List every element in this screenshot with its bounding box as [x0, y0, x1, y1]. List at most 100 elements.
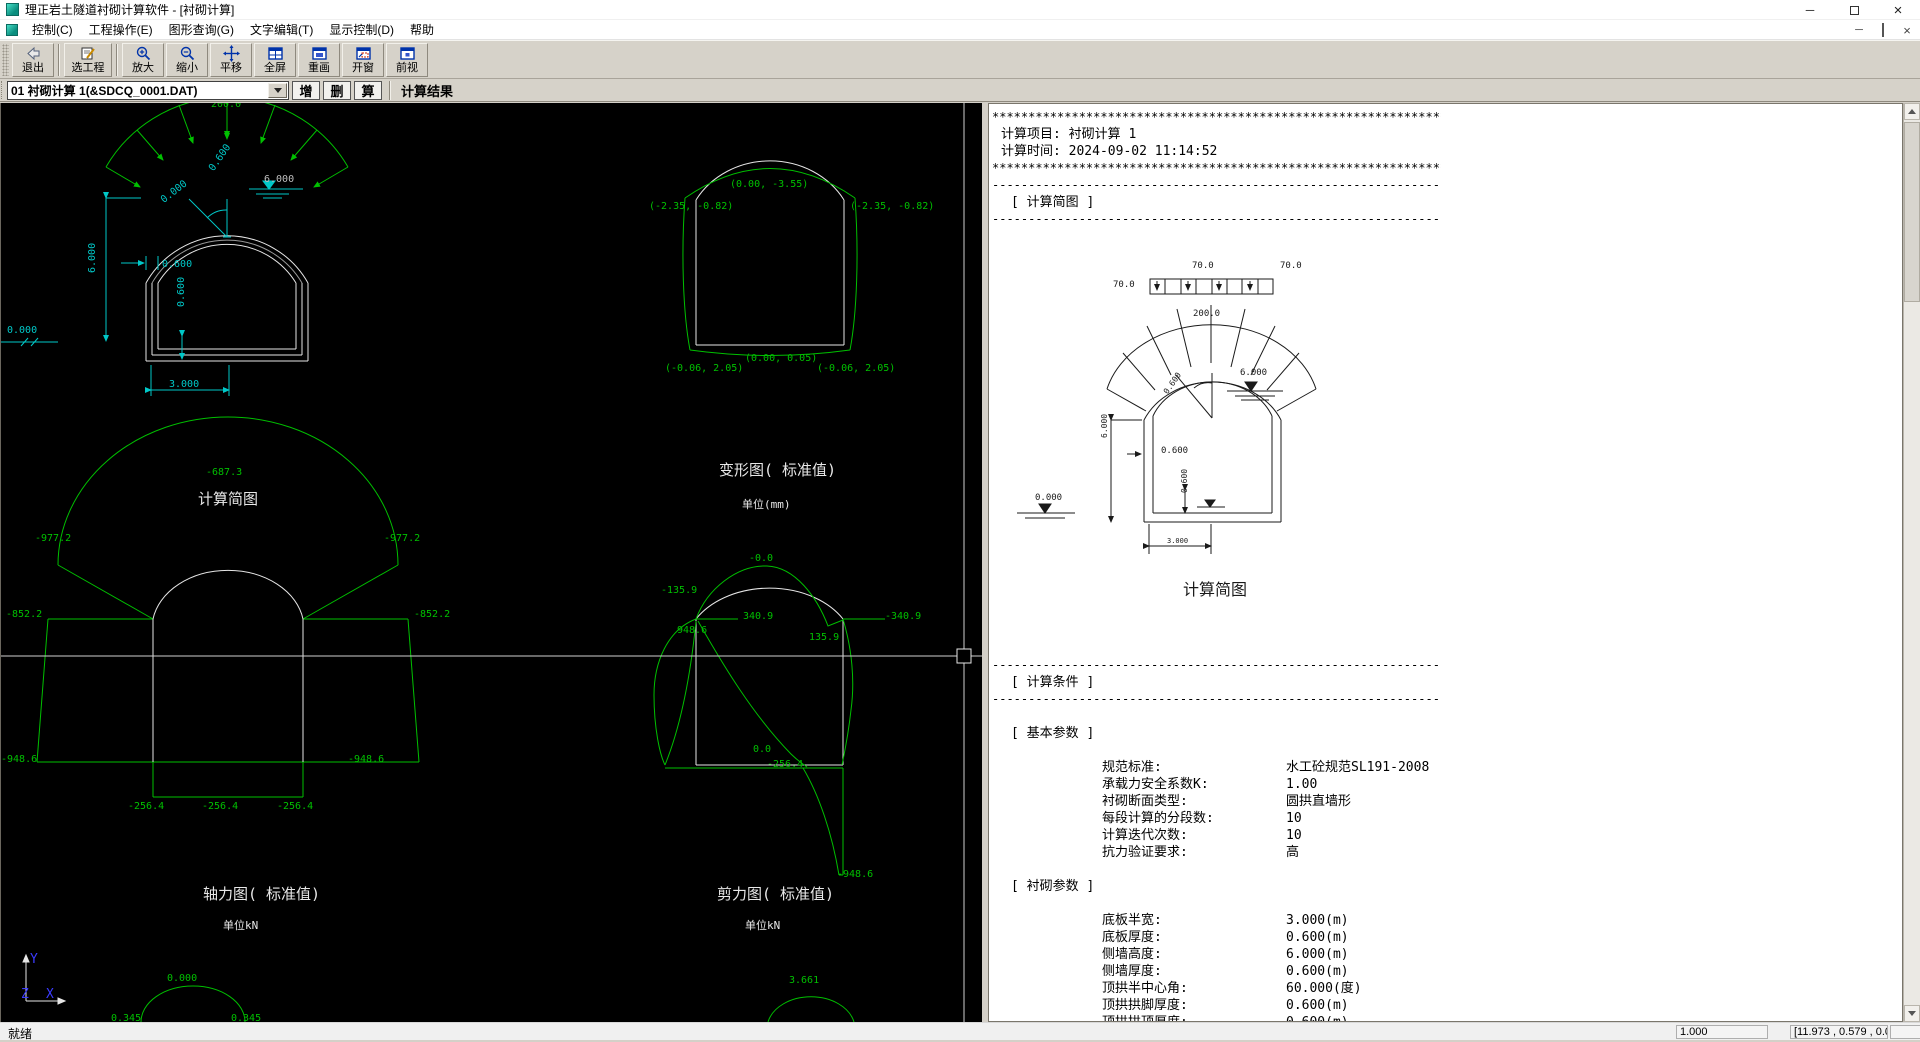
cad-linework: [1, 103, 982, 1022]
status-empty-pane: [1890, 1025, 1920, 1039]
fig4-caption: 剪力图( 标准值): [717, 885, 835, 903]
param-label: 每段计算的分段数:: [1102, 811, 1214, 826]
param-value: 0.600(m): [1286, 998, 1349, 1013]
toolbar-button-window-zoom[interactable]: 开窗: [342, 42, 384, 77]
rp-water-level: 6.000: [1240, 368, 1268, 378]
fig2-coord: (-0.06, 2.05): [665, 363, 744, 374]
toolbar-button-front-view[interactable]: 前视: [386, 42, 428, 77]
fig3-value: -256.4: [277, 801, 314, 812]
fig3-unit: 单位kN: [223, 919, 259, 932]
combobox-dropdown-button[interactable]: [268, 82, 287, 98]
param-value: 0.600(m): [1286, 1014, 1349, 1021]
param-label: 顶拱拱脚厚度:: [1102, 998, 1188, 1013]
ucs-y-label: Y: [30, 952, 38, 967]
toolbar-button-exit[interactable]: 退出: [12, 42, 54, 77]
param-row: 衬砌断面类型: 圆拱直墙形: [989, 793, 1902, 810]
fig1-dim: 6.000: [87, 242, 98, 273]
fig1-caption: 计算简图: [198, 490, 259, 508]
toolbar-button-zoom-in[interactable]: 放大: [122, 42, 164, 77]
param-label: 衬砌断面类型:: [1102, 794, 1188, 809]
window-zoom-icon: [355, 47, 371, 60]
fig2-caption: 变形图( 标准值): [719, 461, 837, 479]
toolbar-separator: [116, 43, 118, 76]
fig5-value: 3.661: [789, 975, 820, 986]
status-bar: 就绪 1.000 [11.973 , 0.579 , 0.000]: [0, 1022, 1920, 1041]
report-diagram: 70.0 70.0 70.0 200.0 6.000 0.600 6.000 0.600 0.0…: [989, 228, 1902, 657]
project-combobox[interactable]: 01 衬砌计算 1(&SDCQ_0001.DAT): [7, 80, 289, 100]
fig4-value: 948.6: [677, 625, 708, 636]
param-label: 顶拱半中心角:: [1102, 981, 1188, 996]
toolbar-button-redraw[interactable]: 重画: [298, 42, 340, 77]
ucs-z-label: Z: [21, 987, 29, 1002]
add-button[interactable]: 增: [292, 80, 320, 100]
mdi-close-button[interactable]: ×: [1900, 23, 1914, 38]
fig3-caption: 轴力图( 标准值): [203, 885, 321, 903]
menu-item-graphic-query[interactable]: 图形查询(G): [161, 19, 242, 40]
status-scale: 1.000: [1676, 1025, 1768, 1039]
scrollbar-track[interactable]: [1903, 103, 1920, 1022]
fig4-value: -340.9: [885, 611, 922, 622]
toolbar-button-pan[interactable]: 平移: [210, 42, 252, 77]
param-value: 10: [1286, 828, 1302, 843]
fig1-dim: 3.000: [169, 379, 200, 390]
projectbar-drag-handle[interactable]: [1, 81, 6, 99]
param-label: 顶拱拱顶厚度:: [1102, 1014, 1286, 1021]
param-value: 10: [1286, 811, 1302, 826]
menu-bar: 控制(C) 工程操作(E) 图形查询(G) 文字编辑(T) 显示控制(D) 帮助…: [0, 20, 1920, 40]
rp-load-value: 70.0: [1192, 261, 1214, 271]
toolbar-button-zoom-out[interactable]: 缩小: [166, 42, 208, 77]
toolbar-button-full-screen[interactable]: 全屏: [254, 42, 296, 77]
delete-button[interactable]: 删: [323, 80, 351, 100]
report-section-basic: [ 基本参数 ]: [1011, 726, 1095, 741]
param-value: 0.600(m): [1286, 930, 1349, 945]
param-row: 每段计算的分段数: 10: [989, 810, 1902, 827]
zoom-out-icon: [180, 46, 194, 61]
calc-result-label[interactable]: 计算结果: [395, 81, 459, 100]
title-bar: 理正岩土隧道衬砌计算软件 - [衬砌计算] ─ ×: [0, 0, 1920, 20]
menu-item-display-control[interactable]: 显示控制(D): [321, 19, 402, 40]
param-row: 抗力验证要求: 高: [989, 844, 1902, 861]
minimize-button[interactable]: ─: [1788, 0, 1832, 20]
param-label: 侧墙厚度:: [1102, 964, 1162, 979]
fig4-value: 135.9: [809, 632, 840, 643]
calculate-button[interactable]: 算: [354, 80, 382, 100]
toolbar-button-select-project[interactable]: 选工程: [64, 42, 112, 77]
fig5-value: 0.000: [167, 973, 198, 984]
fig3-value: -977.2: [35, 533, 72, 544]
restore-button[interactable]: [1832, 0, 1876, 20]
close-button[interactable]: ×: [1876, 0, 1920, 20]
chevron-down-icon: [273, 87, 282, 93]
menu-item-text-edit[interactable]: 文字编辑(T): [242, 19, 321, 40]
fig3-value: -852.2: [6, 609, 43, 620]
fig4-value: 340.9: [743, 611, 774, 622]
workspace: 200.0 0.600 6.000 0.000 0.600 6.000 0.600 3.000…: [0, 102, 1920, 1022]
toolbar-separator: [58, 43, 60, 76]
mdi-minimize-button[interactable]: ─: [1852, 24, 1866, 36]
app-icon: [6, 3, 19, 16]
rp-dim: 0.600: [1161, 446, 1189, 456]
menu-item-control[interactable]: 控制(C): [24, 19, 81, 40]
fig2-coord: (-2.35, -0.82): [850, 201, 935, 212]
fig5-value: 0.345: [111, 1013, 142, 1022]
menu-item-help[interactable]: 帮助: [402, 19, 442, 40]
rp-load-value: 70.0: [1280, 261, 1302, 271]
scrollbar-up-button[interactable]: [1904, 103, 1920, 120]
fig2-coord: (-2.35, -0.82): [649, 201, 734, 212]
scrollbar-thumb[interactable]: [1904, 122, 1920, 302]
param-value: 圆拱直墙形: [1286, 794, 1352, 809]
param-row: 底板半宽: 3.000(m): [989, 912, 1902, 929]
cad-canvas[interactable]: 200.0 0.600 6.000 0.000 0.600 6.000 0.600 3.000…: [0, 103, 982, 1022]
param-row: 顶拱拱脚厚度: 0.600(m): [989, 997, 1902, 1014]
rp-load-value: 70.0: [1113, 280, 1135, 290]
menu-item-project-ops[interactable]: 工程操作(E): [81, 19, 161, 40]
status-ready: 就绪: [8, 1027, 33, 1041]
param-row: 规范标准: 水工砼规范SL191-2008: [989, 759, 1902, 776]
mdi-restore-button[interactable]: [1876, 23, 1890, 37]
arrow-down-icon: [1908, 1011, 1916, 1016]
param-label: 计算迭代次数:: [1102, 828, 1188, 843]
param-row: 顶拱拱顶厚度:0.600(m): [989, 1014, 1902, 1021]
scrollbar-down-button[interactable]: [1904, 1005, 1920, 1022]
toolbar-drag-handle[interactable]: [2, 43, 9, 76]
fig4-value: -0.0: [749, 553, 774, 564]
rp-load-value: 200.0: [1193, 309, 1221, 319]
